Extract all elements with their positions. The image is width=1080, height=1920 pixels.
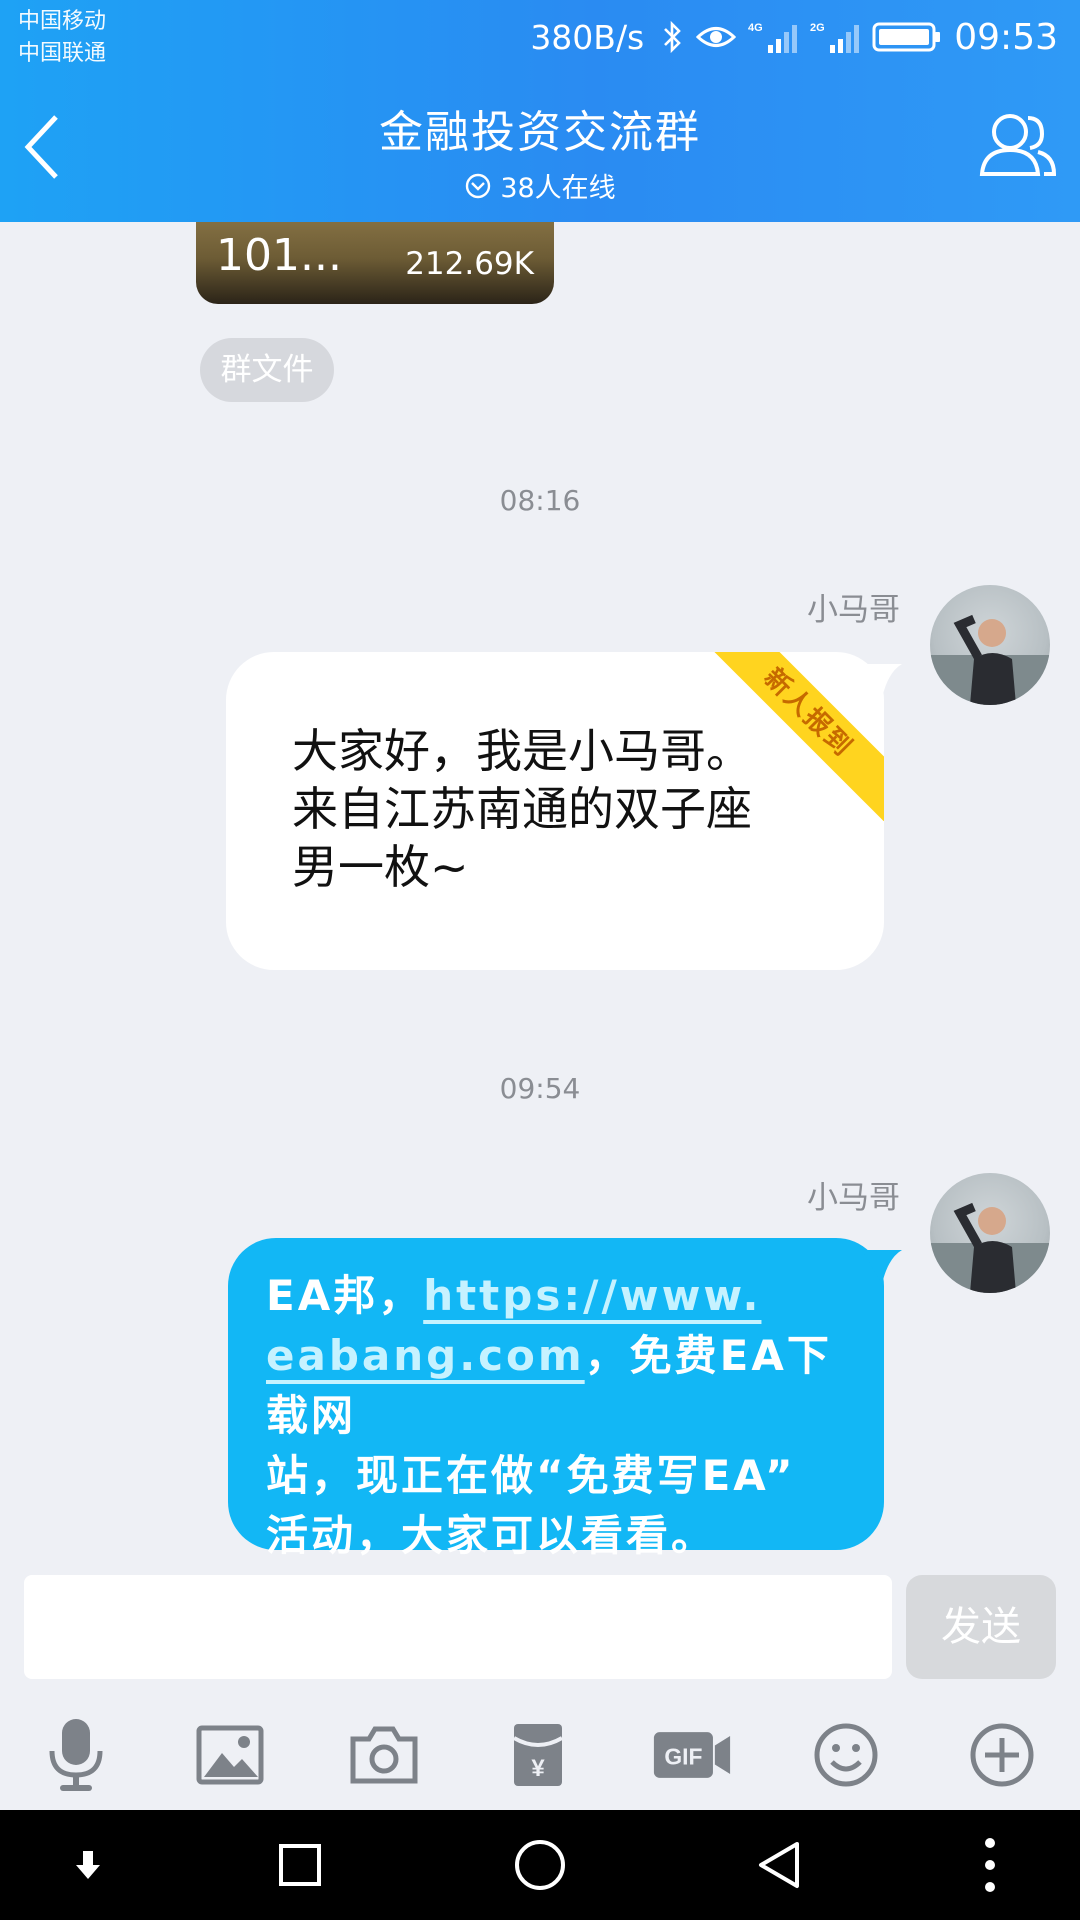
message-line: 大家好，我是小马哥。 — [292, 724, 752, 778]
emoji-button[interactable] — [806, 1715, 886, 1795]
file-message[interactable]: 101... 212.69K — [196, 222, 554, 304]
battery-icon — [872, 21, 942, 53]
chevron-down-circle-icon — [466, 173, 491, 198]
svg-text:4G: 4G — [748, 22, 763, 34]
avatar-photo — [930, 1202, 1050, 1293]
carrier-info: 中国移动 中国联通 — [18, 6, 106, 70]
emoji-icon — [814, 1723, 878, 1787]
timestamp: 09:54 — [499, 1072, 581, 1105]
camera-button[interactable] — [344, 1715, 424, 1795]
camera-icon — [350, 1726, 418, 1784]
input-toolbar: ¥ GIF — [0, 1685, 1080, 1810]
avatar[interactable] — [930, 1173, 1050, 1293]
timestamp: 08:16 — [499, 484, 581, 517]
system-nav-bar — [0, 1810, 1080, 1920]
message-line: 活动，大家可以看看。 — [266, 1511, 717, 1560]
recents-button[interactable] — [270, 1835, 330, 1895]
back-icon — [759, 1842, 799, 1888]
status-icons: 380B/s 4G 2G 09:53 — [530, 12, 1058, 62]
online-count[interactable]: 38人在线 — [0, 166, 1080, 205]
carrier-2: 中国联通 — [18, 41, 107, 66]
red-packet-button[interactable]: ¥ — [498, 1715, 578, 1795]
message-link[interactable]: eabang.com — [266, 1331, 585, 1380]
input-bar: 发送 — [0, 1575, 1080, 1685]
svg-text:¥: ¥ — [531, 1755, 545, 1782]
bluetooth-icon — [662, 19, 684, 55]
gif-icon: GIF — [653, 1732, 731, 1778]
file-size: 212.69K — [405, 246, 534, 282]
members-icon — [979, 114, 1057, 176]
message-line: 来自江苏南通的双子座 — [292, 782, 752, 836]
microphone-icon — [49, 1719, 103, 1791]
avatar[interactable] — [930, 585, 1050, 705]
bubble-tail — [862, 1250, 902, 1284]
image-button[interactable] — [190, 1715, 270, 1795]
gif-button[interactable]: GIF — [652, 1715, 732, 1795]
more-functions-button[interactable] — [962, 1715, 1042, 1795]
message-line: 站，现正在做“免费写EA” — [266, 1451, 796, 1500]
plus-icon — [970, 1723, 1034, 1787]
message-line: eabang.com，免费EA下载网 — [266, 1326, 866, 1446]
more-icon — [985, 1838, 995, 1892]
carrier-1: 中国移动 — [18, 9, 107, 34]
clock: 09:53 — [954, 16, 1058, 58]
image-icon — [196, 1725, 264, 1785]
message-prefix: EA邦， — [266, 1271, 424, 1320]
download-icon — [76, 1851, 100, 1879]
message-line: 男一枚~ — [292, 840, 469, 894]
recents-icon — [279, 1844, 321, 1886]
net-speed: 380B/s — [530, 17, 645, 57]
signal-2g-icon: 2G — [810, 19, 860, 55]
message-text: 大家好，我是小马哥。 来自江苏南通的双子座 男一枚~ — [292, 722, 752, 896]
svg-text:2G: 2G — [810, 22, 825, 34]
group-title-area: 金融投资交流群 38人在线 — [0, 96, 1080, 205]
message-line: EA邦，https://www. — [266, 1266, 866, 1326]
red-packet-icon: ¥ — [512, 1724, 564, 1786]
eye-icon — [696, 22, 737, 52]
message-text: EA邦，https://www. eabang.com，免费EA下载网 站，现正… — [266, 1266, 866, 1566]
avatar-photo — [930, 614, 1050, 705]
file-name: 101... — [216, 230, 342, 281]
message-input[interactable] — [24, 1575, 892, 1679]
send-button[interactable]: 发送 — [906, 1575, 1056, 1679]
back-nav-button[interactable] — [750, 1835, 810, 1895]
download-button[interactable] — [58, 1835, 118, 1895]
signal-4g-icon: 4G — [748, 19, 798, 55]
more-button[interactable] — [960, 1835, 1020, 1895]
top-header: 中国移动 中国联通 380B/s 4G 2G 09:53 金融投资交流群 38人… — [0, 0, 1080, 222]
home-button[interactable] — [510, 1835, 570, 1895]
sender-name: 小马哥 — [807, 592, 900, 628]
message-bubble[interactable]: EA邦，https://www. eabang.com，免费EA下载网 站，现正… — [228, 1238, 902, 1560]
group-title: 金融投资交流群 — [379, 107, 701, 158]
online-count-label: 38人在线 — [500, 173, 616, 204]
voice-button[interactable] — [36, 1715, 116, 1795]
group-file-tag[interactable]: 群文件 — [200, 338, 334, 402]
message-bubble[interactable]: 新人报到 大家好，我是小马哥。 来自江苏南通的双子座 男一枚~ — [226, 652, 902, 970]
group-members-button[interactable] — [978, 108, 1058, 184]
message-link[interactable]: https://www. — [423, 1271, 761, 1320]
svg-text:GIF: GIF — [664, 1744, 702, 1770]
home-icon — [515, 1840, 565, 1890]
sender-name: 小马哥 — [807, 1180, 900, 1216]
chat-area[interactable]: 101... 212.69K 群文件 08:16 小马哥 新人报到 大家好，我是… — [0, 222, 1080, 1575]
